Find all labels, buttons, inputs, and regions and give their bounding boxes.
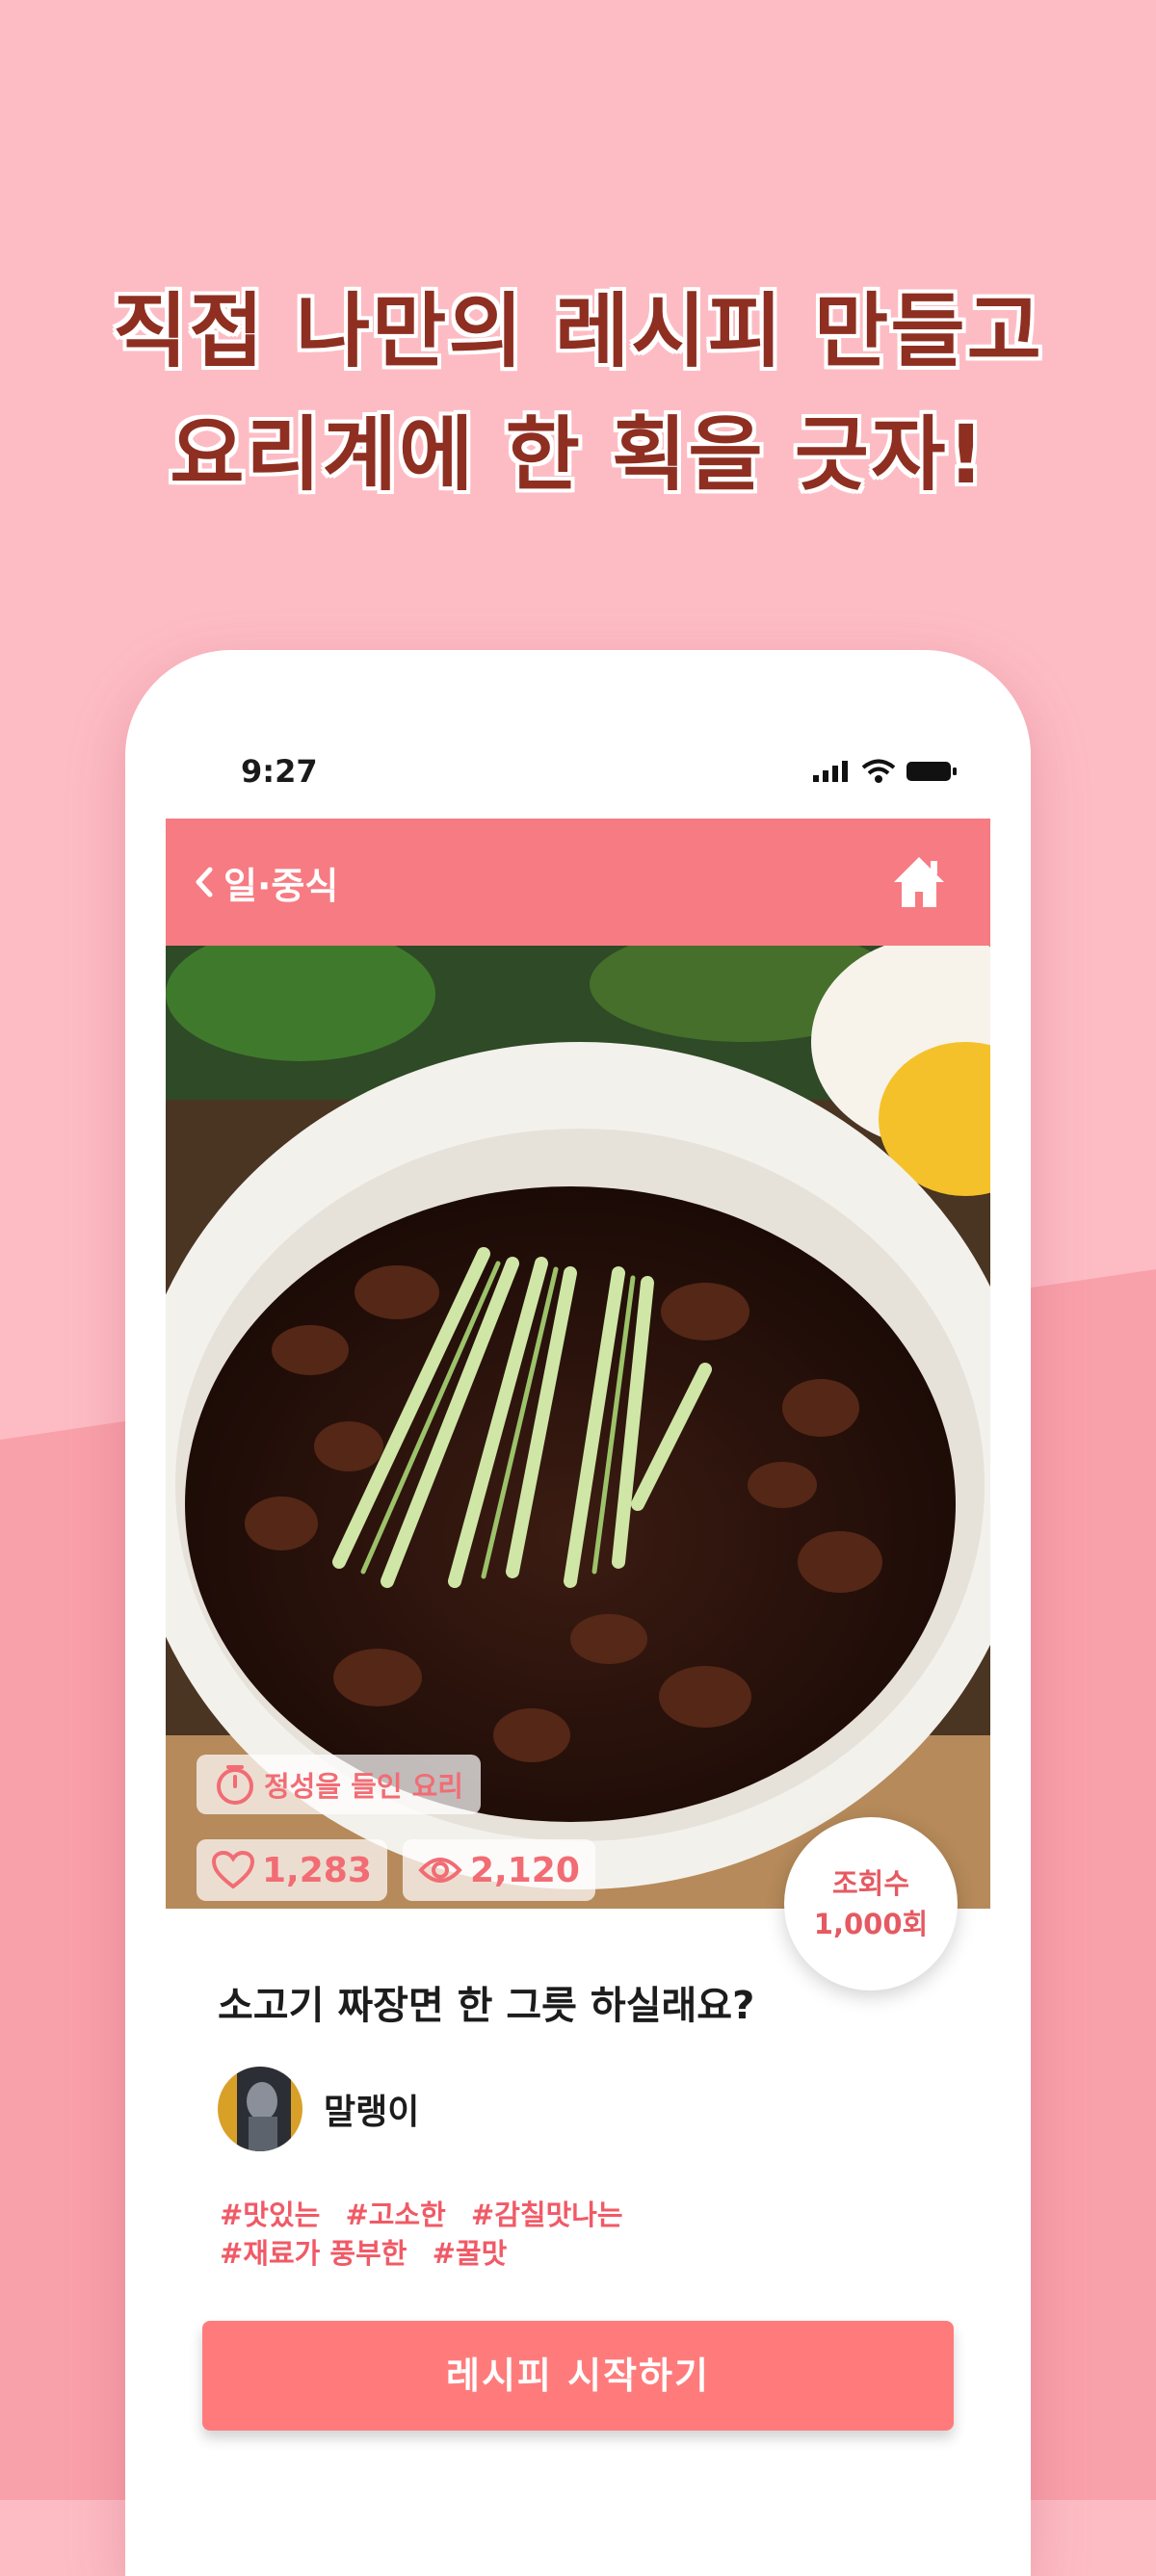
likes-counter[interactable]: 1,283	[197, 1839, 387, 1901]
author-name: 말랭이	[324, 2093, 420, 2132]
tag-item[interactable]: #재료가 풍부한	[220, 2237, 407, 2270]
avatar-image	[218, 2067, 302, 2151]
recipe-title: 소고기 짜장면 한 그릇 하실래요?	[218, 1984, 755, 2028]
likes-count: 1,283	[262, 1850, 372, 1890]
system-icons	[813, 759, 958, 784]
views-count: 2,120	[470, 1850, 580, 1890]
phone-screen: 9:27 일·중식 정성을 들인 요리 1,283 2,120 조회수 1,00…	[166, 751, 990, 2500]
home-icon[interactable]	[890, 853, 948, 911]
tag-item[interactable]: #맛있는	[220, 2199, 320, 2231]
headline-line-1: 직접 나만의 레시피 만들고	[113, 284, 1043, 378]
start-recipe-button[interactable]: 레시피 시작하기	[202, 2321, 954, 2431]
status-time: 9:27	[241, 753, 318, 790]
author-row[interactable]: 말랭이	[218, 2066, 419, 2152]
view-count-label: 조회수	[831, 1867, 910, 1900]
view-count-value: 1,000회	[813, 1908, 929, 1940]
eye-icon	[418, 1858, 462, 1883]
recipe-badge: 정성을 들인 요리	[197, 1755, 481, 1814]
wifi-icon	[861, 759, 896, 783]
view-count-badge: 조회수 1,000회	[784, 1817, 958, 1991]
avatar[interactable]	[218, 2067, 302, 2151]
top-nav-bar: 일·중식	[166, 819, 990, 946]
headline-line-2: 요리계에 한 획을 긋자!	[170, 407, 986, 502]
tag-row-2: #재료가 풍부한 #꿀맛	[220, 2234, 952, 2273]
back-label: 일·중식	[223, 864, 339, 907]
signal-icon	[813, 761, 848, 782]
tag-item[interactable]: #고소한	[345, 2199, 445, 2231]
tag-row-1: #맛있는 #고소한 #감칠맛나는	[220, 2196, 952, 2234]
tag-list: #맛있는 #고소한 #감칠맛나는 #재료가 풍부한 #꿀맛	[220, 2196, 952, 2273]
status-bar: 9:27	[166, 751, 990, 819]
timer-icon	[217, 1765, 253, 1805]
heart-icon	[212, 1851, 254, 1889]
promo-headline: 직접 나만의 레시피 만들고 요리계에 한 획을 긋자!	[0, 270, 1156, 516]
tag-item[interactable]: #감칠맛나는	[471, 2199, 623, 2231]
chevron-left-icon	[196, 867, 213, 898]
tag-item[interactable]: #꿀맛	[433, 2237, 508, 2270]
back-button[interactable]: 일·중식	[193, 819, 338, 946]
badge-label: 정성을 들인 요리	[264, 1770, 463, 1803]
battery-icon	[906, 762, 957, 781]
views-counter: 2,120	[403, 1839, 595, 1901]
